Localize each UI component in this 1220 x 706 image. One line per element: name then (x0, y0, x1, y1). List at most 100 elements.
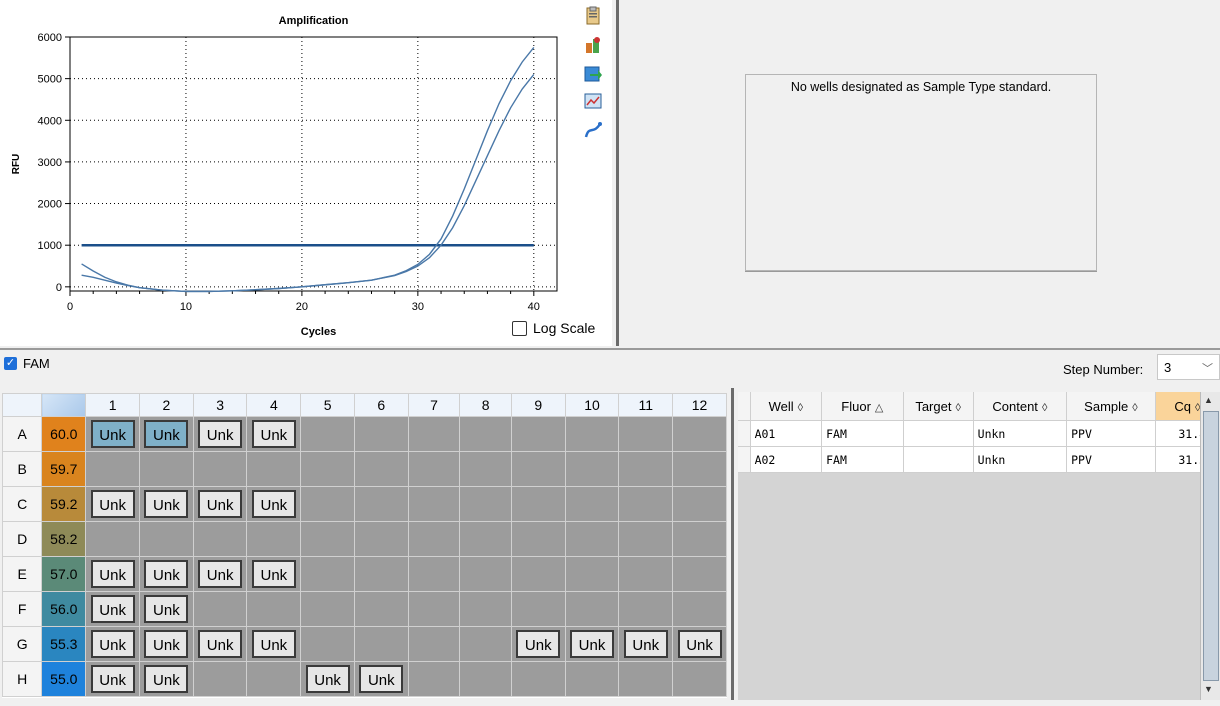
well-content-unknown[interactable]: Unk (623, 630, 668, 658)
plate-well[interactable] (246, 661, 302, 697)
plate-well[interactable] (85, 451, 141, 487)
column-header-fluor[interactable]: Fluor △ (821, 392, 904, 421)
clipboard-icon[interactable] (583, 6, 603, 26)
plate-well[interactable] (353, 486, 409, 522)
plate-well[interactable] (353, 591, 409, 627)
column-header-well[interactable]: Well ◊ (750, 392, 823, 421)
plate-row-header[interactable]: D (1, 521, 43, 557)
plate-well[interactable]: Unk (246, 416, 302, 452)
plate-well[interactable] (407, 416, 461, 452)
plate-well[interactable] (85, 521, 141, 557)
plate-well[interactable] (510, 521, 566, 557)
scroll-up-icon[interactable]: ▲ (1204, 395, 1213, 405)
plate-well[interactable] (353, 451, 409, 487)
plate-well[interactable]: Unk (139, 416, 194, 452)
plate-well[interactable] (407, 486, 461, 522)
plate-well[interactable] (510, 661, 566, 697)
plate-well[interactable] (564, 661, 620, 697)
plate-row-header[interactable]: A (1, 416, 43, 452)
plate-well[interactable] (618, 416, 674, 452)
plate-well[interactable]: Unk (510, 626, 566, 662)
plate-results-splitter[interactable] (731, 388, 734, 700)
well-content-unknown[interactable]: Unk (90, 630, 135, 658)
plate-well[interactable] (564, 416, 620, 452)
plate-well[interactable] (353, 521, 409, 557)
plate-well[interactable]: Unk (246, 556, 302, 592)
plate-well[interactable]: Unk (246, 486, 302, 522)
plate-well[interactable]: Unk (192, 486, 248, 522)
plate-row-header[interactable]: B (1, 451, 43, 487)
well-content-unknown[interactable]: Unk (251, 630, 296, 658)
well-content-unknown[interactable]: Unk (198, 490, 243, 518)
plate-well[interactable]: Unk (192, 416, 248, 452)
plate-well[interactable] (353, 416, 409, 452)
well-content-unknown[interactable]: Unk (570, 630, 614, 658)
well-content-unknown[interactable]: Unk (305, 665, 350, 693)
plate-view-icon[interactable] (583, 35, 603, 55)
plate-well[interactable] (459, 661, 512, 697)
plate-well[interactable] (407, 521, 461, 557)
row-selector[interactable] (738, 446, 751, 473)
plate-well[interactable] (510, 416, 566, 452)
plate-well[interactable] (300, 591, 355, 627)
plate-row-header[interactable]: E (1, 556, 43, 592)
plate-well[interactable] (407, 591, 461, 627)
plate-row-header[interactable]: F (1, 591, 43, 627)
plate-well[interactable] (459, 626, 512, 662)
plate-well[interactable] (564, 451, 620, 487)
plate-well[interactable]: Unk (85, 661, 141, 697)
plate-well[interactable] (353, 626, 409, 662)
plate-well[interactable] (618, 451, 674, 487)
step-number-select[interactable]: 3 ﹀ (1157, 354, 1220, 380)
plate-well[interactable] (672, 591, 727, 627)
plate-well[interactable] (459, 556, 512, 592)
plate-column-header[interactable]: 12 (672, 393, 727, 417)
plate-well[interactable]: Unk (192, 556, 248, 592)
plate-well[interactable]: Unk (564, 626, 620, 662)
plate-well[interactable] (618, 486, 674, 522)
results-row[interactable]: A01 FAM Unkn PPV 31.83 (738, 420, 1220, 447)
well-content-unknown[interactable]: Unk (144, 560, 189, 588)
plate-well[interactable] (618, 591, 674, 627)
plate-well[interactable] (564, 486, 620, 522)
plate-corner[interactable] (1, 393, 43, 417)
plate-well[interactable] (618, 521, 674, 557)
curve-fit-icon[interactable] (583, 120, 603, 140)
plate-column-header[interactable]: 9 (510, 393, 566, 417)
chart-options-icon[interactable] (583, 91, 603, 111)
results-row[interactable]: A02 FAM Unkn PPV 31.50 (738, 446, 1220, 473)
plate-well[interactable]: Unk (85, 591, 141, 627)
plate-well[interactable] (672, 661, 727, 697)
plate-column-header[interactable]: 10 (564, 393, 620, 417)
plate-well[interactable] (353, 556, 409, 592)
plate-well[interactable] (300, 451, 355, 487)
plate-row-header[interactable]: H (1, 661, 43, 697)
well-content-unknown[interactable]: Unk (251, 420, 296, 448)
plate-well[interactable]: Unk (85, 556, 141, 592)
fam-filter[interactable]: ✓ FAM (4, 356, 50, 371)
well-content-unknown[interactable]: Unk (90, 560, 135, 588)
plate-well[interactable]: Unk (85, 626, 141, 662)
plate-well[interactable] (139, 451, 194, 487)
well-content-unknown[interactable]: Unk (144, 595, 189, 623)
plate-well[interactable] (618, 556, 674, 592)
plate-well[interactable] (139, 521, 194, 557)
plate-well[interactable] (510, 486, 566, 522)
row-selector[interactable] (738, 420, 751, 447)
plate-well[interactable]: Unk (85, 486, 141, 522)
plate-well[interactable] (672, 556, 727, 592)
plate-column-header[interactable]: 3 (192, 393, 248, 417)
plate-well[interactable] (672, 521, 727, 557)
plate-column-header[interactable]: 4 (246, 393, 302, 417)
vertical-splitter[interactable] (616, 0, 619, 346)
plate-well[interactable]: Unk (139, 661, 194, 697)
plate-well[interactable]: Unk (139, 486, 194, 522)
sort-icon[interactable]: ◊ (955, 402, 960, 414)
plate-well[interactable] (510, 591, 566, 627)
plate-column-header[interactable]: 7 (407, 393, 461, 417)
plate-well[interactable] (407, 661, 461, 697)
plate-column-header[interactable]: 8 (459, 393, 512, 417)
plate-well[interactable] (459, 591, 512, 627)
well-content-unknown[interactable]: Unk (144, 665, 189, 693)
plate-well[interactable] (618, 661, 674, 697)
